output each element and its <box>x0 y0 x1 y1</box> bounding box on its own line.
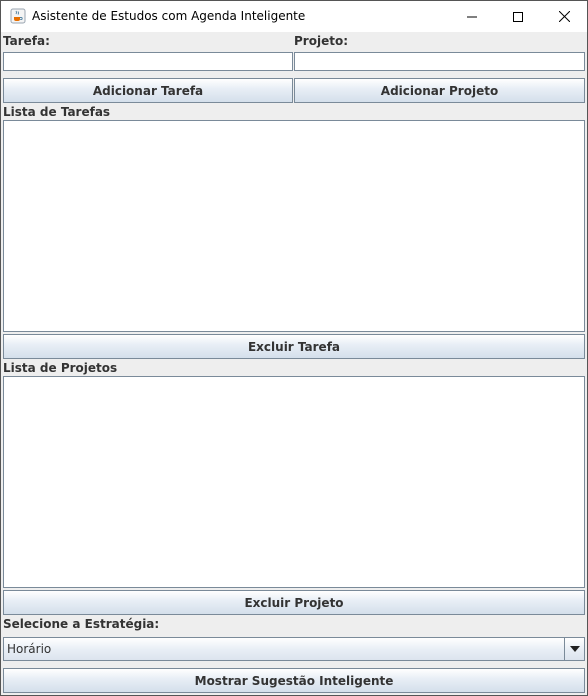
delete-task-button[interactable]: Excluir Tarefa <box>3 334 585 359</box>
minimize-button[interactable] <box>449 1 495 32</box>
strategy-label: Selecione a Estratégia: <box>3 617 160 631</box>
task-list[interactable] <box>3 120 585 332</box>
task-list-label: Lista de Tarefas <box>3 105 111 119</box>
java-cup-icon <box>10 8 26 24</box>
window-title: Asistente de Estudos com Agenda Intelige… <box>32 9 306 23</box>
close-button[interactable] <box>541 1 587 32</box>
project-input[interactable] <box>294 52 585 71</box>
close-icon <box>558 11 570 22</box>
add-project-button[interactable]: Adicionar Projeto <box>294 78 585 103</box>
maximize-button[interactable] <box>495 1 541 32</box>
task-input[interactable] <box>3 52 293 71</box>
minimize-icon <box>467 16 477 17</box>
strategy-selected-value: Horário <box>7 642 52 656</box>
task-label: Tarefa: <box>3 34 50 48</box>
strategy-select[interactable]: Horário <box>3 637 585 661</box>
project-list-label: Lista de Projetos <box>3 361 118 375</box>
main-window: Asistente de Estudos com Agenda Intelige… <box>0 0 588 696</box>
delete-project-button[interactable]: Excluir Projeto <box>3 590 585 615</box>
title-bar[interactable]: Asistente de Estudos com Agenda Intelige… <box>1 1 587 32</box>
add-task-button[interactable]: Adicionar Tarefa <box>3 78 293 103</box>
project-list[interactable] <box>3 376 585 588</box>
project-label: Projeto: <box>294 34 348 48</box>
chevron-down-icon[interactable] <box>564 638 584 660</box>
maximize-icon <box>513 11 523 22</box>
show-suggestion-button[interactable]: Mostrar Sugestão Inteligente <box>3 668 585 693</box>
